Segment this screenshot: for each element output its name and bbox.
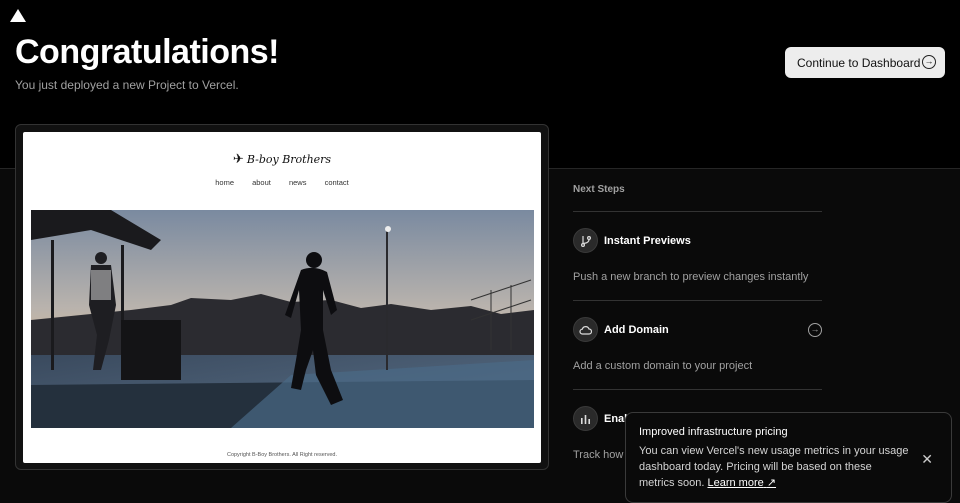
preview-screenshot: ✈B-boy Brothers home about news contact	[23, 132, 541, 463]
vercel-logo-icon[interactable]	[10, 9, 26, 22]
site-footer: Copyright B-Boy Brothers. All Right rese…	[226, 452, 338, 458]
step-description: Add a custom domain to your project	[573, 360, 753, 372]
bar-chart-icon	[573, 406, 598, 431]
arrow-right-circle-icon[interactable]: →	[808, 323, 822, 337]
step-label: Add Domain	[604, 324, 669, 336]
step-instant-previews[interactable]: Instant Previews Push a new branch to pr…	[573, 212, 822, 301]
cloud-icon	[573, 317, 598, 342]
continue-to-dashboard-button[interactable]: Continue to Dashboard →	[785, 47, 945, 78]
deployment-preview[interactable]: ✈B-boy Brothers home about news contact	[15, 124, 549, 470]
pricing-toast: Improved infrastructure pricing You can …	[625, 412, 952, 503]
site-logo-text: B-boy Brothers	[246, 153, 332, 166]
step-label: Enal	[604, 413, 628, 425]
external-link-icon: ↗	[766, 477, 777, 489]
site-nav-home: home	[215, 178, 234, 187]
page-title: Congratulations!	[15, 33, 279, 71]
next-steps-title: Next Steps	[573, 184, 822, 212]
bird-icon: ✈	[232, 152, 244, 167]
continue-to-dashboard-label: Continue to Dashboard	[797, 55, 921, 70]
step-add-domain[interactable]: Add Domain → Add a custom domain to your…	[573, 301, 822, 390]
arrow-right-circle-icon: →	[922, 55, 936, 69]
page-subtitle: You just deployed a new Project to Verce…	[15, 78, 239, 92]
learn-more-label: Learn more	[707, 477, 764, 489]
step-label: Instant Previews	[604, 235, 691, 247]
learn-more-link[interactable]: Learn more ↗	[707, 477, 776, 489]
step-description: Track how	[573, 449, 624, 461]
step-description: Push a new branch to preview changes ins…	[573, 271, 809, 283]
site-nav-contact: contact	[324, 178, 349, 187]
site-nav-about: about	[252, 178, 271, 187]
toast-body: You can view Vercel's new usage metrics …	[639, 443, 909, 491]
site-logo: ✈ B-boy Brothers	[23, 152, 541, 167]
site-nav-news: news	[288, 178, 307, 187]
hero-image	[31, 210, 534, 428]
site-nav: home about news contact	[23, 178, 541, 187]
toast-title: Improved infrastructure pricing	[639, 426, 788, 438]
git-branch-icon	[573, 228, 598, 253]
close-icon[interactable]: ✕	[921, 451, 933, 468]
